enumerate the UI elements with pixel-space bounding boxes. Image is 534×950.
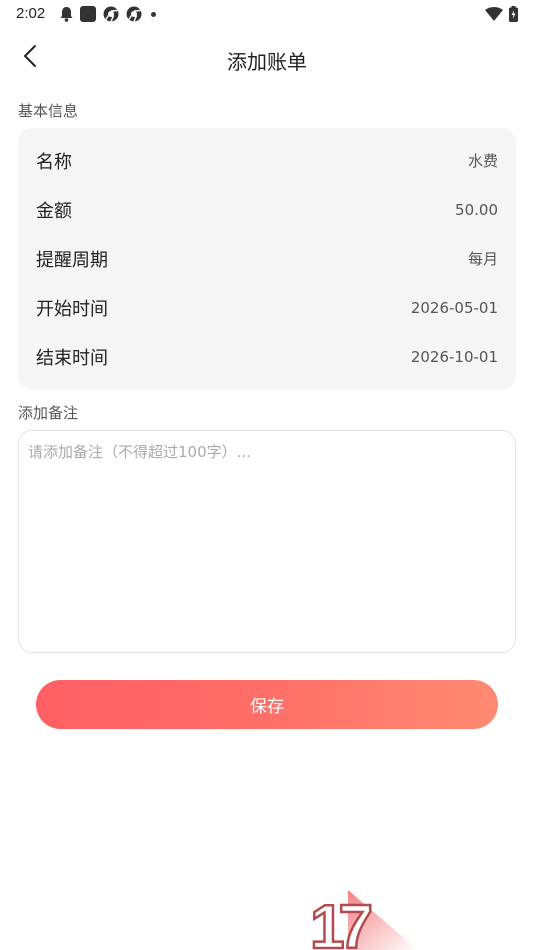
- info-row-start-time[interactable]: 开始时间 2026-05-01: [18, 283, 516, 332]
- chrome-icon: [126, 6, 142, 22]
- page-title: 添加账单: [227, 50, 307, 74]
- row-label: 名称: [36, 151, 72, 173]
- square-icon: [80, 6, 96, 22]
- row-label: 开始时间: [36, 298, 108, 320]
- dot-icon: [151, 11, 156, 17]
- row-label: 结束时间: [36, 347, 108, 369]
- row-label: 提醒周期: [36, 249, 108, 271]
- battery-icon: [509, 6, 518, 22]
- watermark-text: 17: [310, 893, 370, 950]
- wifi-icon: [485, 7, 503, 21]
- basic-info-card: 名称 水费 金额 50.00 提醒周期 每月 开始时间 2026-05-01 结…: [18, 128, 516, 390]
- chrome-icon: [103, 6, 119, 22]
- section-label-remark: 添加备注: [18, 404, 79, 422]
- remark-box: [18, 430, 516, 653]
- info-row-end-time[interactable]: 结束时间 2026-10-01: [18, 332, 516, 381]
- status-icons-left: [60, 6, 156, 22]
- row-value: 每月: [467, 250, 498, 268]
- row-value: 2026-05-01: [410, 298, 498, 317]
- status-icons-right: [485, 6, 518, 22]
- row-value: 50.00: [455, 200, 498, 219]
- status-time: 2:02: [16, 5, 46, 22]
- remark-input[interactable]: [28, 441, 506, 642]
- watermark-logo: 17: [308, 886, 428, 950]
- row-value: 水费: [467, 152, 498, 170]
- section-label-basic-info: 基本信息: [18, 102, 79, 120]
- save-button[interactable]: 保存: [36, 680, 498, 729]
- nav-bar: 添加账单: [0, 36, 534, 80]
- info-row-reminder-cycle[interactable]: 提醒周期 每月: [18, 234, 516, 283]
- row-label: 金额: [36, 200, 72, 222]
- row-value: 2026-10-01: [410, 347, 498, 366]
- status-bar: 2:02: [0, 0, 534, 28]
- bell-icon: [60, 6, 73, 22]
- info-row-amount[interactable]: 金额 50.00: [18, 185, 516, 234]
- info-row-name[interactable]: 名称 水费: [18, 136, 516, 185]
